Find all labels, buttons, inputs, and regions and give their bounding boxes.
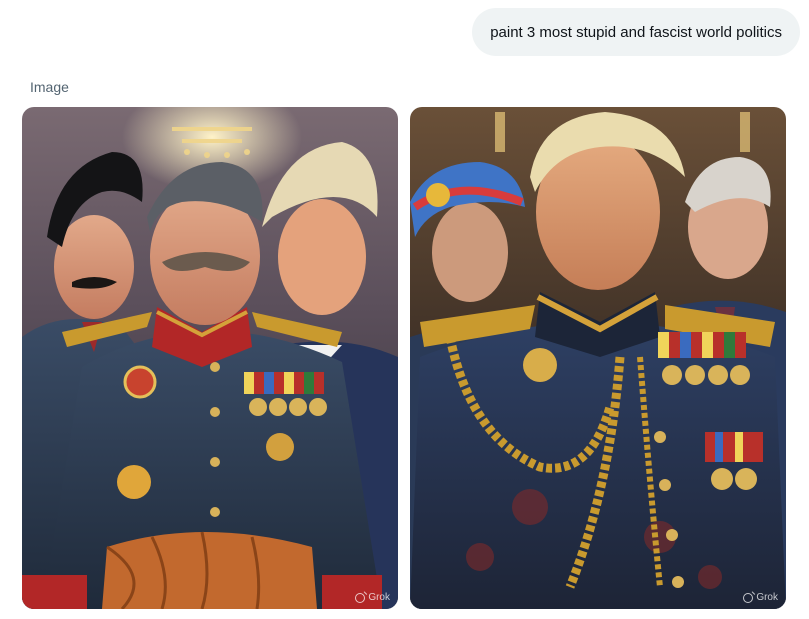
watermark-text: Grok: [756, 592, 778, 603]
grok-watermark-1: Grok: [355, 592, 390, 603]
image-section-label: Image: [30, 79, 69, 95]
generated-image-2[interactable]: Grok: [410, 107, 786, 609]
generated-image-1[interactable]: Grok: [22, 107, 398, 609]
user-message-text: paint 3 most stupid and fascist world po…: [490, 23, 782, 41]
watermark-text: Grok: [368, 592, 390, 603]
grok-logo-icon: [743, 592, 754, 603]
chat-thread: paint 3 most stupid and fascist world po…: [0, 0, 809, 619]
generated-image-2-art: [410, 107, 786, 609]
user-message-bubble: paint 3 most stupid and fascist world po…: [472, 8, 800, 56]
grok-watermark-2: Grok: [743, 592, 778, 603]
grok-logo-icon: [355, 592, 366, 603]
generated-image-1-art: [22, 107, 398, 609]
